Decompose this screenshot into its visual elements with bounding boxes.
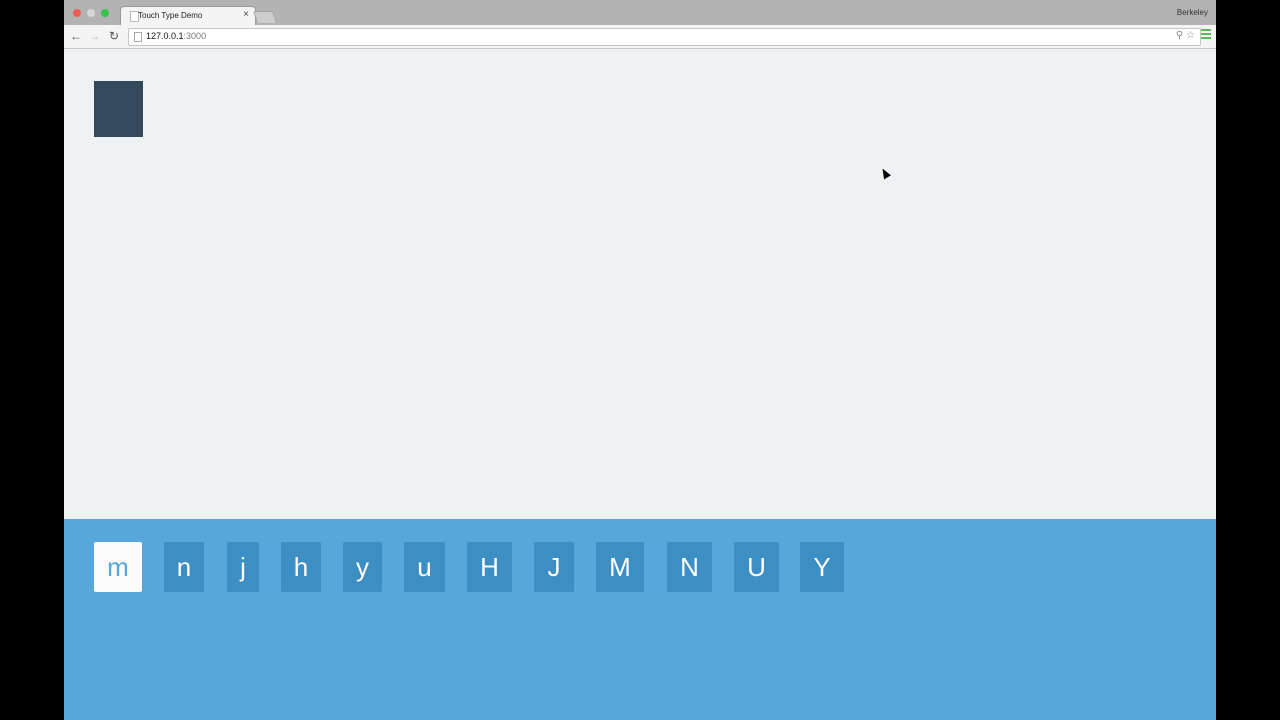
key-N[interactable]: N [667,542,712,592]
key-U[interactable]: U [734,542,779,592]
mouse-cursor-icon [879,166,891,180]
profile-name[interactable]: Berkeley [1177,8,1208,17]
search-icon[interactable]: ⚲ [1176,30,1183,41]
new-tab-button[interactable] [252,11,278,23]
key-H[interactable]: H [467,542,512,592]
browser-toolbar: ← → ↻ 127.0.0.1:3000 ⚲ ☆ [64,25,1216,49]
back-arrow-icon[interactable]: ← [68,28,84,44]
key-n[interactable]: n [164,542,204,592]
menu-icon[interactable] [1201,29,1211,41]
address-bar-actions: ⚲ ☆ [1176,30,1195,41]
close-window-button[interactable] [73,9,81,17]
reload-icon[interactable]: ↻ [106,28,122,44]
key-M[interactable]: M [596,542,644,592]
key-j[interactable]: j [227,542,259,592]
key-Y[interactable]: Y [800,542,844,592]
key-h[interactable]: h [281,542,321,592]
minimize-window-button[interactable] [87,9,95,17]
page-icon [134,32,142,42]
url-host: 127.0.0.1 [146,31,184,41]
url-port: :3000 [183,31,207,41]
key-m[interactable]: m [94,542,142,592]
tab-close-icon[interactable]: × [243,9,249,20]
key-y[interactable]: y [343,542,382,592]
title-bar: Touch Type Demo × Berkeley [64,0,1216,26]
browser-window: Touch Type Demo × Berkeley ← → ↻ 127.0.0… [64,0,1216,720]
forward-arrow-icon[interactable]: → [86,28,102,44]
maximize-window-button[interactable] [101,9,109,17]
target-card [94,81,143,137]
key-J[interactable]: J [534,542,574,592]
key-u[interactable]: u [404,542,445,592]
tab-title: Touch Type Demo [138,11,203,20]
key-bar: m n j h y u H J M N U Y [64,519,1216,720]
url-text[interactable]: 127.0.0.1:3000 [146,31,206,41]
page-content [64,49,1216,519]
browser-tab[interactable]: Touch Type Demo × [120,6,256,26]
address-bar[interactable]: 127.0.0.1:3000 ⚲ ☆ [128,28,1201,46]
bookmark-star-icon[interactable]: ☆ [1186,30,1195,41]
